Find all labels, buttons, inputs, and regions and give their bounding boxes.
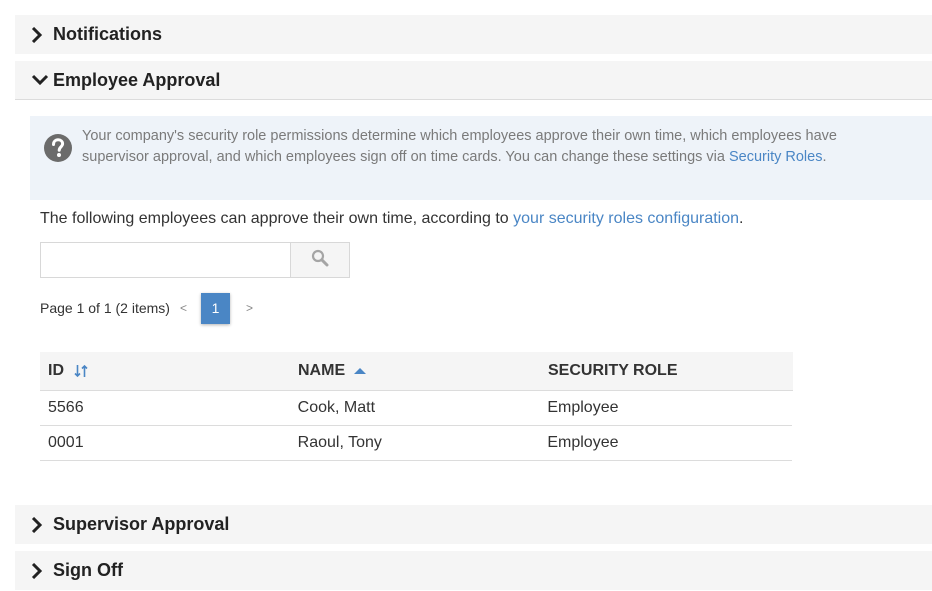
info-box: Your company's security role permissions… <box>30 116 932 200</box>
cell-security-role: Employee <box>547 399 619 416</box>
section-title: Supervisor Approval <box>53 514 230 534</box>
chevron-down-icon <box>31 74 53 86</box>
info-text: Your company's security role permissions… <box>82 128 837 165</box>
cell-name: Cook, Matt <box>297 399 376 416</box>
cell-security-role: Employee <box>547 434 619 451</box>
section-title: Employee Approval <box>53 69 221 90</box>
search-icon <box>311 249 329 272</box>
cell-name: Raoul, Tony <box>297 434 382 451</box>
cell-id: 5566 <box>48 399 84 416</box>
search-input[interactable] <box>40 242 291 278</box>
security-roles-link[interactable]: Security Roles <box>729 149 822 165</box>
column-header-name[interactable]: NAME <box>290 362 540 380</box>
pager: Page 1 of 1 (2 items) < 1 > <box>40 292 253 324</box>
pager-prev-button[interactable]: < <box>180 301 187 315</box>
chevron-right-icon <box>31 516 53 533</box>
column-header-id[interactable]: ID <box>40 362 290 380</box>
table-row[interactable]: 5566 Cook, Matt Employee <box>40 391 792 426</box>
table-header: ID NAME SECURITY ROLE <box>40 352 793 391</box>
cell-id: 0001 <box>48 434 84 451</box>
question-icon <box>43 133 73 163</box>
sort-icon <box>74 364 88 378</box>
approve-description: The following employees can approve thei… <box>40 210 744 227</box>
chevron-right-icon <box>31 26 53 43</box>
section-notifications[interactable]: Notifications <box>15 15 932 54</box>
employees-table: ID NAME SECURITY ROLE 5566 Cook, Matt Em… <box>40 352 793 461</box>
pager-next-button[interactable]: > <box>246 301 253 315</box>
column-header-security-role[interactable]: SECURITY ROLE <box>540 362 793 380</box>
section-employee-approval[interactable]: Employee Approval <box>15 61 932 100</box>
chevron-right-icon <box>31 562 53 579</box>
section-title: Notifications <box>53 24 163 44</box>
section-supervisor-approval[interactable]: Supervisor Approval <box>15 505 932 544</box>
section-title: Sign Off <box>53 560 123 580</box>
sort-ascending-icon <box>354 367 367 375</box>
table-row[interactable]: 0001 Raoul, Tony Employee <box>40 426 792 461</box>
search-button[interactable] <box>290 242 350 278</box>
pager-summary: Page 1 of 1 (2 items) <box>40 300 170 316</box>
security-roles-config-link[interactable]: your security roles configuration <box>513 210 739 227</box>
pager-page-button[interactable]: 1 <box>200 292 230 324</box>
section-sign-off[interactable]: Sign Off <box>15 551 932 590</box>
